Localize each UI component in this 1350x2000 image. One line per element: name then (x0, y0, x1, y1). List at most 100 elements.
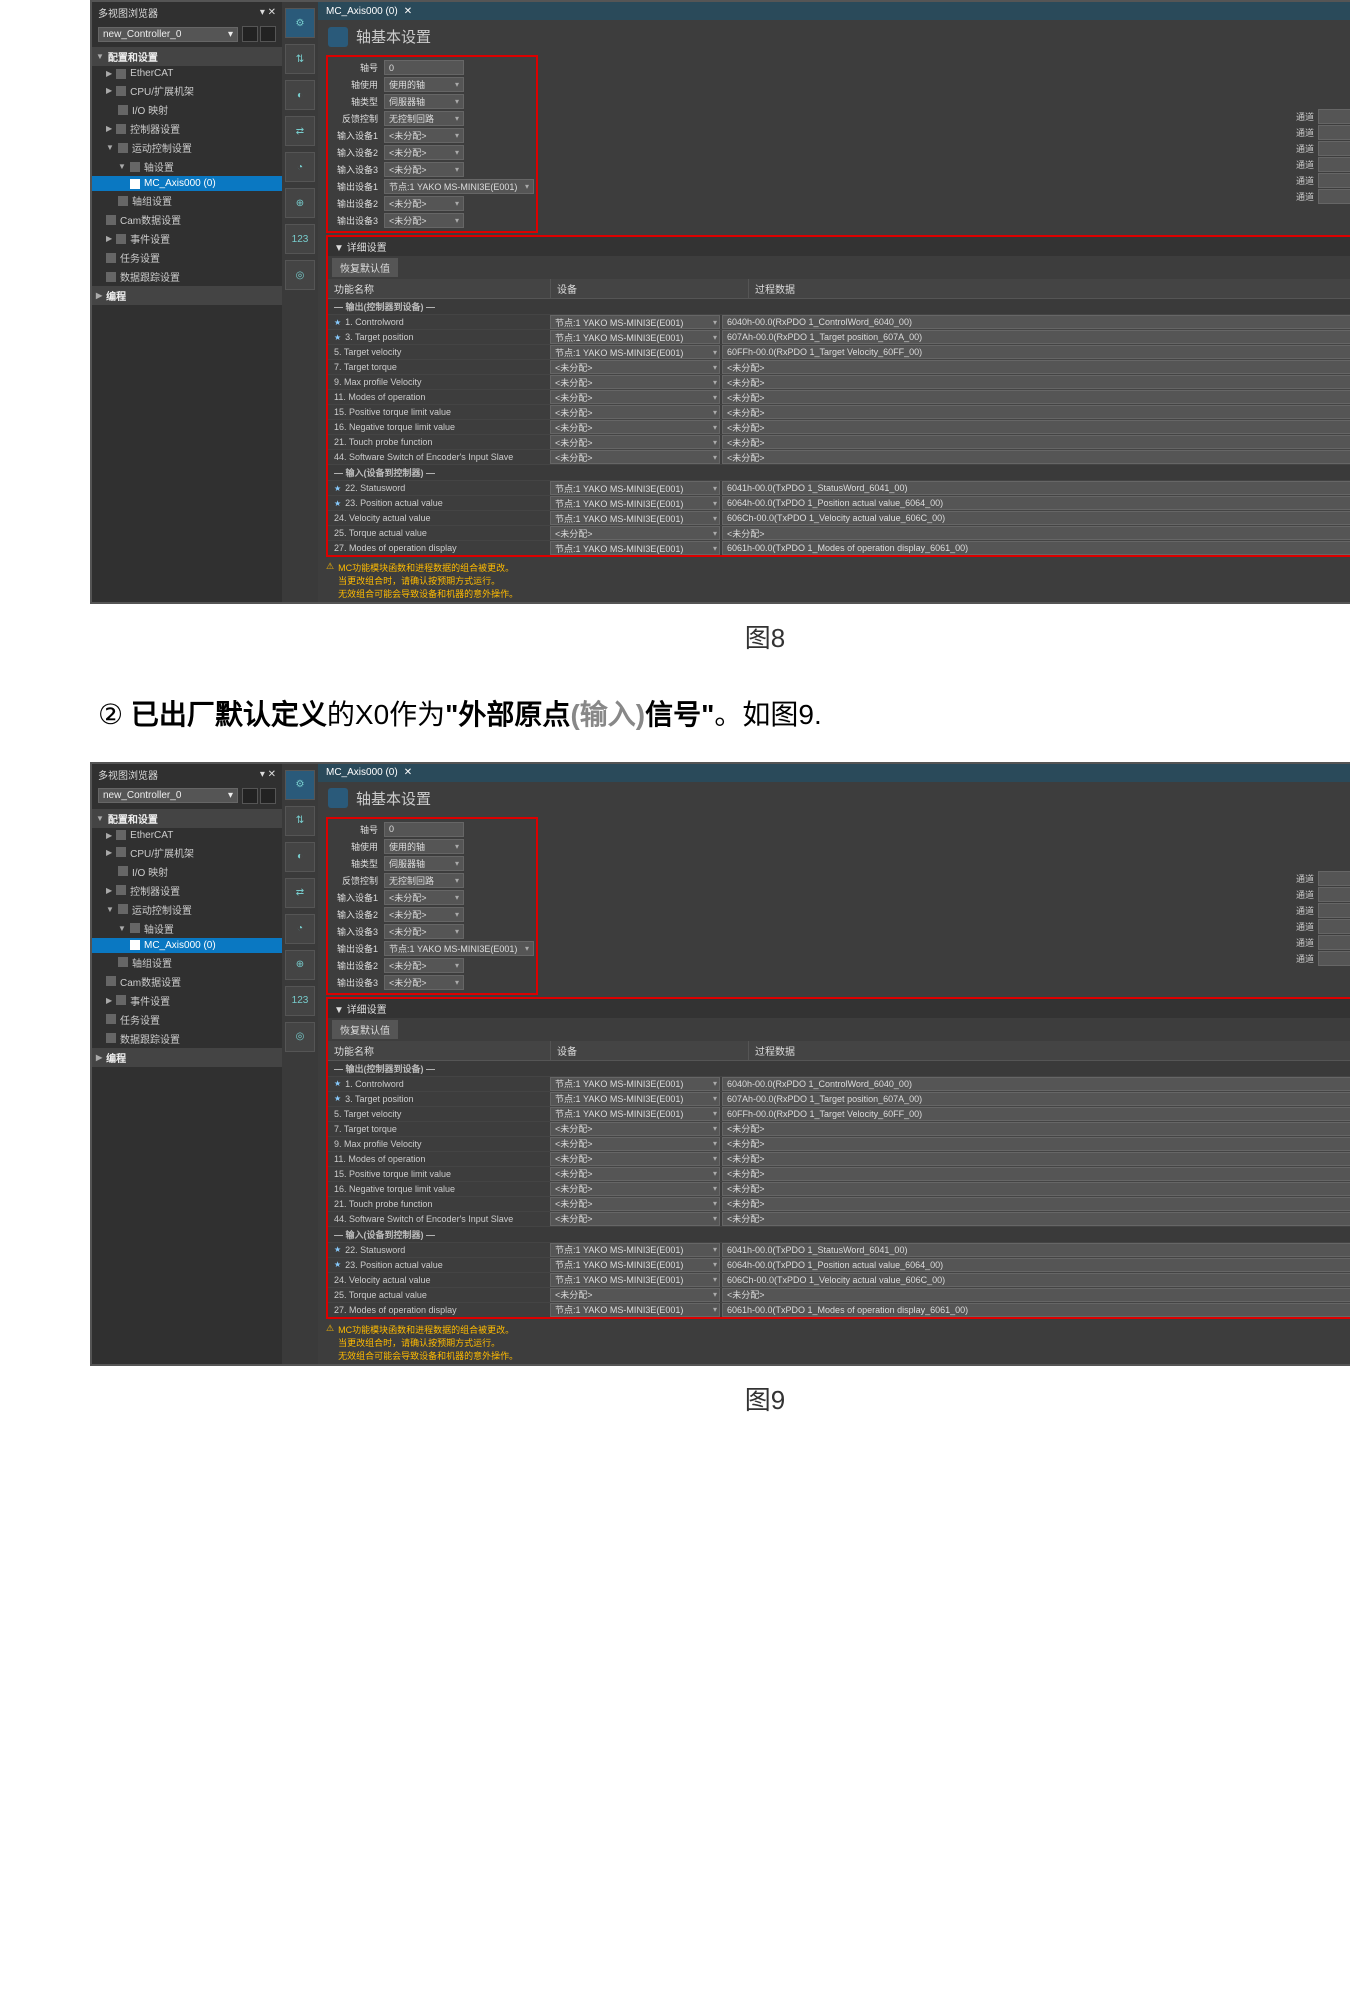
procdata-cell[interactable]: 6040h-00.0(RxPDO 1_ControlWord_6040_00) (722, 1077, 1350, 1091)
tool-gear[interactable]: ⚙ (285, 8, 315, 38)
device-cell[interactable]: <未分配> (550, 360, 720, 374)
procdata-cell[interactable]: <未分配> (722, 420, 1350, 434)
procdata-cell[interactable]: 6064h-00.0(TxPDO 1_Position actual value… (722, 496, 1350, 510)
procdata-cell[interactable]: 607Ah-00.0(RxPDO 1_Target position_607A_… (722, 1092, 1350, 1106)
device-cell[interactable]: 节点:1 YAKO MS-MINI3E(E001) (550, 496, 720, 510)
device-cell[interactable]: <未分配> (550, 1182, 720, 1196)
procdata-cell[interactable]: <未分配> (722, 1167, 1350, 1181)
device-cell[interactable]: 节点:1 YAKO MS-MINI3E(E001) (550, 481, 720, 495)
procdata-cell[interactable]: <未分配> (722, 1182, 1350, 1196)
out1-dd[interactable]: 节点:1 YAKO MS-MINI3E(E001) (384, 179, 534, 194)
fb-dd[interactable]: 无控制回路 (384, 111, 464, 126)
device-cell[interactable]: 节点:1 YAKO MS-MINI3E(E001) (550, 541, 720, 555)
device-cell[interactable]: <未分配> (550, 1212, 720, 1226)
axis-type-dd[interactable]: 伺服器轴 (384, 94, 464, 109)
procdata-cell[interactable]: 607Ah-00.0(RxPDO 1_Target position_607A_… (722, 330, 1350, 344)
device-cell[interactable]: <未分配> (550, 420, 720, 434)
procdata-cell[interactable]: <未分配> (722, 450, 1350, 464)
procdata-cell[interactable]: 606Ch-00.0(TxPDO 1_Velocity actual value… (722, 1273, 1350, 1287)
device-cell[interactable]: 节点:1 YAKO MS-MINI3E(E001) (550, 315, 720, 329)
device-cell[interactable]: 节点:1 YAKO MS-MINI3E(E001) (550, 1303, 720, 1317)
procdata-cell[interactable]: 6040h-00.0(RxPDO 1_ControlWord_6040_00) (722, 315, 1350, 329)
device-cell[interactable]: 节点:1 YAKO MS-MINI3E(E001) (550, 330, 720, 344)
tree-cpu[interactable]: ▶CPU/扩展机架 (92, 81, 282, 100)
procdata-cell[interactable]: 6064h-00.0(TxPDO 1_Position actual value… (722, 1258, 1350, 1272)
tree-ctrl[interactable]: ▶控制器设置 (92, 119, 282, 138)
in1-dd[interactable]: <未分配> (384, 128, 464, 143)
tree-section-prog[interactable]: ▶编程 (92, 286, 282, 305)
device-cell[interactable]: 节点:1 YAKO MS-MINI3E(E001) (550, 1077, 720, 1091)
procdata-cell[interactable]: <未分配> (722, 1212, 1350, 1226)
procdata-cell[interactable]: <未分配> (722, 1197, 1350, 1211)
procdata-cell[interactable]: <未分配> (722, 375, 1350, 389)
procdata-cell[interactable]: 6041h-00.0(TxPDO 1_StatusWord_6041_00) (722, 481, 1350, 495)
tree-trace[interactable]: 数据跟踪设置 (92, 267, 282, 286)
procdata-cell[interactable]: 6041h-00.0(TxPDO 1_StatusWord_6041_00) (722, 1243, 1350, 1257)
device-cell[interactable]: <未分配> (550, 1152, 720, 1166)
out3-dd[interactable]: <未分配> (384, 213, 464, 228)
procdata-cell[interactable]: <未分配> (722, 526, 1350, 540)
tool-6[interactable]: ⊕ (285, 188, 315, 218)
procdata-cell[interactable]: 606Ch-00.0(TxPDO 1_Velocity actual value… (722, 511, 1350, 525)
tool-7[interactable]: 123 (285, 224, 315, 254)
view-btn-2[interactable] (260, 26, 276, 42)
tree-mc-axis000[interactable]: MC_Axis000 (0) (92, 176, 282, 191)
tree-task[interactable]: 任务设置 (92, 248, 282, 267)
device-cell[interactable]: <未分配> (550, 1288, 720, 1302)
tool-5[interactable]: ◔ (285, 152, 315, 182)
tab-mc-axis[interactable]: MC_Axis000 (0)✕ (318, 4, 420, 19)
axis-no-field[interactable]: 0 (384, 60, 464, 75)
in2-dd[interactable]: <未分配> (384, 145, 464, 160)
procdata-cell[interactable]: <未分配> (722, 1288, 1350, 1302)
procdata-cell[interactable]: <未分配> (722, 405, 1350, 419)
device-cell[interactable]: 节点:1 YAKO MS-MINI3E(E001) (550, 1243, 720, 1257)
procdata-cell[interactable]: <未分配> (722, 390, 1350, 404)
procdata-cell[interactable]: 60FFh-00.0(RxPDO 1_Target Velocity_60FF_… (722, 345, 1350, 359)
tree-cam[interactable]: Cam数据设置 (92, 210, 282, 229)
device-cell[interactable]: <未分配> (550, 1122, 720, 1136)
controller-dropdown[interactable]: new_Controller_0▾ (98, 788, 238, 803)
device-cell[interactable]: 节点:1 YAKO MS-MINI3E(E001) (550, 1107, 720, 1121)
device-cell[interactable]: <未分配> (550, 435, 720, 449)
device-cell[interactable]: 节点:1 YAKO MS-MINI3E(E001) (550, 1092, 720, 1106)
device-cell[interactable]: <未分配> (550, 450, 720, 464)
procdata-cell[interactable]: <未分配> (722, 1137, 1350, 1151)
out2-dd[interactable]: <未分配> (384, 196, 464, 211)
device-cell[interactable]: 节点:1 YAKO MS-MINI3E(E001) (550, 1258, 720, 1272)
tree-ethercat[interactable]: ▶EtherCAT (92, 66, 282, 81)
device-cell[interactable]: <未分配> (550, 526, 720, 540)
procdata-cell[interactable]: <未分配> (722, 360, 1350, 374)
device-cell[interactable]: <未分配> (550, 375, 720, 389)
device-cell[interactable]: <未分配> (550, 390, 720, 404)
tool-3[interactable]: ◐ (285, 80, 315, 110)
procdata-cell[interactable]: 6061h-00.0(TxPDO 1_Modes of operation di… (722, 1303, 1350, 1317)
close-icon[interactable]: ✕ (404, 6, 412, 17)
procdata-cell[interactable]: <未分配> (722, 1152, 1350, 1166)
device-cell[interactable]: <未分配> (550, 405, 720, 419)
in3-dd[interactable]: <未分配> (384, 162, 464, 177)
tree-axisgrp[interactable]: 轴组设置 (92, 191, 282, 210)
ch-dd[interactable] (1318, 109, 1350, 124)
device-cell[interactable]: <未分配> (550, 1167, 720, 1181)
procdata-cell[interactable]: 6061h-00.0(TxPDO 1_Modes of operation di… (722, 541, 1350, 555)
tree-axis-cfg[interactable]: ▼轴设置 (92, 157, 282, 176)
tree-event[interactable]: ▶事件设置 (92, 229, 282, 248)
view-btn-1[interactable] (242, 26, 258, 42)
procdata-cell[interactable]: <未分配> (722, 435, 1350, 449)
device-cell[interactable]: <未分配> (550, 1197, 720, 1211)
tree-section-config[interactable]: ▼配置和设置 (92, 47, 282, 66)
device-cell[interactable]: 节点:1 YAKO MS-MINI3E(E001) (550, 511, 720, 525)
restore-button[interactable]: 恢复默认值 (332, 1020, 398, 1039)
device-cell[interactable]: <未分配> (550, 1137, 720, 1151)
tree-io[interactable]: I/O 映射 (92, 100, 282, 119)
controller-dropdown[interactable]: new_Controller_0▾ (98, 27, 238, 42)
procdata-cell[interactable]: 60FFh-00.0(RxPDO 1_Target Velocity_60FF_… (722, 1107, 1350, 1121)
procdata-cell[interactable]: <未分配> (722, 1122, 1350, 1136)
tree-motion[interactable]: ▼运动控制设置 (92, 138, 282, 157)
tool-4[interactable]: ⇄ (285, 116, 315, 146)
axis-use-dd[interactable]: 使用的轴 (384, 77, 464, 92)
detail-header[interactable]: ▼ 详细设置 (328, 237, 1350, 256)
tool-2[interactable]: ⇅ (285, 44, 315, 74)
tool-8[interactable]: ◎ (285, 260, 315, 290)
device-cell[interactable]: 节点:1 YAKO MS-MINI3E(E001) (550, 345, 720, 359)
